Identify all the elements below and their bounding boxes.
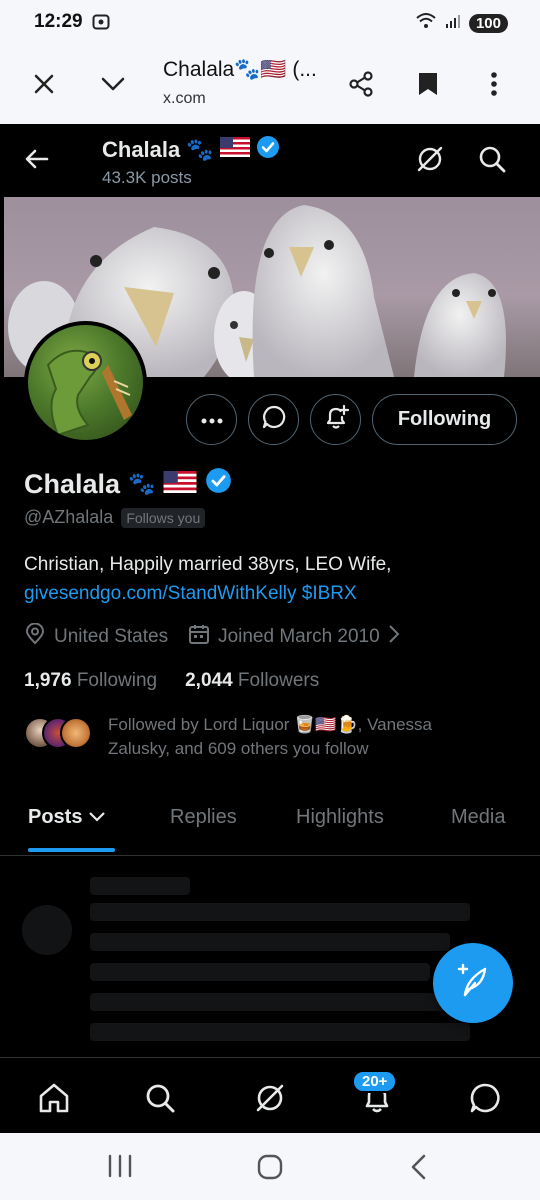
follow-counts: 1,976 Following 2,044 Followers [24, 670, 319, 692]
search-icon[interactable] [476, 143, 508, 180]
status-bar: 12:29 100 [0, 0, 540, 44]
paw-icon: 🐾 [128, 471, 156, 496]
following-count-link[interactable]: 1,976 Following [24, 670, 157, 692]
verified-icon [256, 135, 280, 165]
compose-icon [455, 963, 491, 1004]
bio-cashtag[interactable]: $IBRX [302, 583, 357, 604]
bell-plus-icon [322, 403, 350, 436]
search-icon[interactable] [140, 1078, 180, 1118]
header-name: Chalala 🐾 [102, 135, 280, 165]
handle: @AZhalala [24, 507, 114, 527]
bio-text: Christian, Happily married 38yrs, LEO Wi… [24, 554, 392, 575]
mutual-avatars [24, 717, 96, 753]
back-arrow-icon[interactable] [22, 144, 52, 179]
home-button-icon[interactable] [256, 1153, 284, 1186]
profile-tabs: Posts Replies Highlights Media [0, 790, 540, 856]
paw-icon: 🐾 [186, 137, 214, 162]
recent-apps-icon[interactable] [106, 1153, 134, 1184]
chevron-right-icon [388, 624, 400, 650]
bio: Christian, Happily married 38yrs, LEO Wi… [24, 550, 391, 608]
us-flag-icon [163, 469, 197, 500]
message-icon [261, 404, 287, 435]
followed-by-line-2: Zalusky, and 609 others you follow [108, 739, 369, 758]
location: United States [54, 626, 169, 647]
grok-icon[interactable] [414, 143, 446, 180]
joined-date: Joined March 2010 [218, 626, 380, 647]
tab-highlights[interactable]: Highlights [296, 806, 384, 829]
profile-avatar[interactable] [24, 321, 147, 444]
compose-button[interactable] [433, 943, 513, 1023]
page-title: Chalala🐾🇺🇸 (... [163, 58, 317, 81]
screen-record-icon [92, 13, 110, 36]
avatar [60, 717, 92, 749]
bottom-nav: 20+ [0, 1057, 540, 1133]
tab-posts[interactable]: Posts [28, 806, 106, 829]
verified-icon[interactable] [205, 467, 232, 501]
more-options-button[interactable] [186, 394, 237, 445]
us-flag-icon [219, 137, 250, 163]
followed-by-line-1: Followed by Lord Liquor 🥃🇺🇸🍺, Vanessa [108, 715, 433, 734]
follows-you-badge: Follows you [121, 507, 206, 528]
bookmark-icon[interactable] [410, 66, 446, 102]
chevron-down-icon[interactable] [95, 66, 131, 102]
home-icon[interactable] [34, 1078, 74, 1118]
status-time: 12:29 [34, 11, 83, 32]
tab-media[interactable]: Media [451, 806, 505, 829]
following-button[interactable]: Following [372, 394, 517, 445]
profile-header: Chalala 🐾 43.3K posts [0, 124, 540, 196]
back-button-icon[interactable] [408, 1153, 428, 1186]
joined-item[interactable]: Joined March 2010 [188, 623, 400, 651]
messages-icon[interactable] [465, 1078, 505, 1118]
notifications-badge: 20+ [352, 1070, 398, 1093]
share-icon[interactable] [343, 66, 379, 102]
tab-replies[interactable]: Replies [170, 806, 237, 829]
battery-indicator: 100 [468, 14, 508, 33]
followed-by[interactable]: Followed by Lord Liquor 🥃🇺🇸🍺, Vanessa Za… [24, 713, 488, 761]
posts-count: 43.3K posts [102, 168, 192, 187]
browser-toolbar: Chalala🐾🇺🇸 (... x.com [0, 44, 540, 124]
wifi-icon [415, 12, 437, 35]
display-name: Chalala 🐾 [24, 467, 232, 501]
more-horiz-icon [201, 411, 223, 429]
bio-link[interactable]: givesendgo.com/StandWithKelly [24, 583, 296, 604]
grok-icon[interactable] [250, 1078, 290, 1118]
signal-icon [445, 13, 461, 34]
close-icon[interactable] [26, 66, 62, 102]
tab-indicator [28, 848, 115, 852]
android-nav-bar [0, 1133, 540, 1200]
followers-count-link[interactable]: 2,044 Followers [185, 670, 319, 692]
calendar-icon [188, 623, 210, 651]
profile-meta: United States Joined March 2010 [24, 622, 400, 651]
more-vert-icon[interactable] [476, 66, 512, 102]
message-button[interactable] [248, 394, 299, 445]
chevron-down-icon [88, 806, 106, 829]
page-url[interactable]: x.com [163, 90, 206, 108]
notify-button[interactable] [310, 394, 361, 445]
location-icon [24, 622, 46, 651]
handle-row: @AZhalala Follows you [24, 507, 206, 528]
